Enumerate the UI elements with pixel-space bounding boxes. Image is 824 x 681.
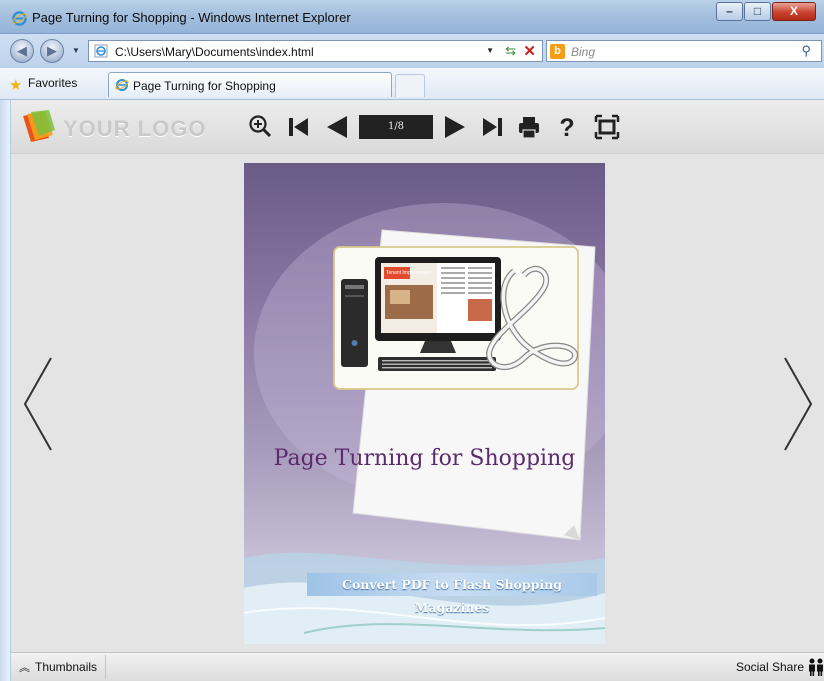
social-share-icon[interactable]: [808, 657, 824, 677]
address-toolbar: ◀ ▶ ▼ C:\Users\Mary\Documents\index.html…: [0, 34, 824, 68]
logo-icon: [23, 110, 55, 142]
logo-text: YOUR LOGO: [63, 116, 207, 141]
maximize-button[interactable]: □: [744, 2, 771, 21]
tab-page-turning[interactable]: Page Turning for Shopping: [108, 72, 392, 97]
address-url[interactable]: C:\Users\Mary\Documents\index.html: [115, 45, 314, 59]
svg-text:?: ?: [559, 114, 574, 141]
previous-page-button[interactable]: [325, 113, 349, 141]
last-page-button[interactable]: [481, 113, 503, 141]
last-page-icon: [483, 118, 502, 136]
address-dropdown-icon[interactable]: ▼: [486, 46, 494, 55]
window-titlebar: Page Turning for Shopping - Windows Inte…: [0, 0, 824, 34]
fullscreen-button[interactable]: [594, 113, 620, 141]
book-stage: Tenant Improvement Page Turning for Shop…: [11, 154, 824, 652]
new-tab-button[interactable]: [395, 74, 425, 97]
forward-icon: ▶: [47, 43, 57, 58]
book-banner: Convert PDF to Flash Shopping Magazines: [307, 573, 597, 615]
favorites-button[interactable]: ★ Favorites: [6, 72, 83, 95]
stop-icon[interactable]: ✕: [523, 42, 536, 60]
cover-artwork: Tenant Improvement: [244, 203, 605, 644]
fullscreen-icon: [594, 114, 620, 140]
refresh-icon[interactable]: ⇆: [505, 43, 516, 59]
bing-icon: b: [550, 44, 565, 59]
favorites-label: Favorites: [28, 76, 78, 90]
print-icon: [519, 117, 539, 139]
minimize-button[interactable]: –: [716, 2, 743, 21]
close-icon: X: [789, 4, 798, 18]
book-cover-page[interactable]: Tenant Improvement Page Turning for Shop…: [244, 163, 605, 644]
address-field[interactable]: C:\Users\Mary\Documents\index.html ▼ ⇆ ✕: [88, 40, 543, 62]
book-title: Page Turning for Shopping: [273, 446, 576, 471]
first-page-button[interactable]: [288, 113, 310, 141]
forward-button[interactable]: ▶: [40, 39, 64, 63]
help-icon: ?: [559, 114, 574, 141]
tab-label: Page Turning for Shopping: [133, 79, 276, 93]
minimize-icon: –: [726, 4, 733, 18]
magazine-heading: Tenant Improvement: [386, 270, 432, 276]
back-icon: ◀: [17, 43, 27, 58]
help-button[interactable]: ?: [557, 113, 577, 141]
flipbook-viewer: YOUR LOGO 1/8 ? Tenant Improvement Page …: [11, 100, 824, 681]
page-ie-icon: [94, 44, 108, 58]
previous-page-icon: [327, 116, 347, 138]
thumbnails-button[interactable]: ︽ Thumbnails: [11, 655, 107, 679]
history-dropdown-icon[interactable]: ▼: [72, 46, 80, 55]
next-page-button[interactable]: [443, 113, 467, 141]
favorites-bar: ★ Favorites Page Turning for Shopping: [0, 68, 824, 100]
next-page-icon: [445, 116, 465, 138]
favorites-star-icon: ★: [9, 77, 23, 94]
prev-arrow-icon[interactable]: [21, 354, 57, 454]
viewer-toolbar: YOUR LOGO 1/8 ?: [11, 100, 824, 154]
zoom-in-button[interactable]: [248, 113, 274, 141]
search-icon[interactable]: ⚲: [801, 43, 811, 59]
first-page-icon: [289, 118, 308, 136]
window-title: Page Turning for Shopping - Windows Inte…: [32, 10, 351, 25]
search-placeholder[interactable]: Bing: [571, 45, 595, 59]
zoom-in-icon: [249, 115, 272, 138]
back-button[interactable]: ◀: [10, 39, 34, 63]
tab-ie-icon: [115, 79, 129, 91]
next-arrow-icon[interactable]: [779, 354, 815, 454]
page-indicator[interactable]: 1/8: [359, 115, 433, 139]
ie-icon: [12, 11, 27, 26]
search-field[interactable]: b Bing ⚲: [546, 40, 822, 62]
print-button[interactable]: [517, 113, 541, 141]
social-share-label[interactable]: Social Share: [736, 660, 804, 674]
close-button[interactable]: X: [772, 2, 816, 21]
maximize-icon: □: [753, 4, 762, 18]
thumbnails-icon: ︽: [19, 662, 30, 674]
viewer-bottombar: ︽ Thumbnails Social Share: [11, 652, 824, 681]
window-left-border: [0, 100, 11, 681]
thumbnails-label: Thumbnails: [35, 660, 98, 674]
